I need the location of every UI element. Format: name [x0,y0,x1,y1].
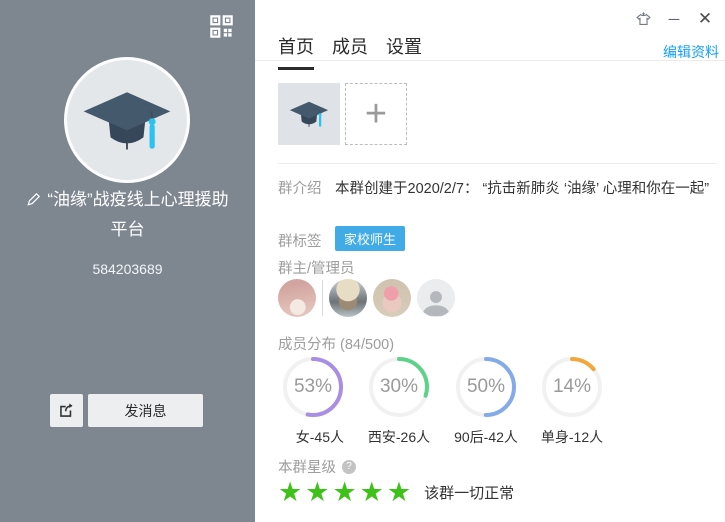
donut-label: 单身-12人 [541,427,603,447]
donut-label: 西安-26人 [368,427,430,447]
sidebar-actions: 发消息 [50,394,203,427]
qr-code-icon[interactable] [208,13,235,40]
graduation-cap-icon [286,91,332,137]
tab-2[interactable]: 成员 [332,33,368,70]
group-profile-window: “油缘”战疫线上心理援助平台 584203689 发消息 ─ [0,0,725,522]
distribution-label: 成员分布 (84/500) [278,333,394,354]
admin-avatar-1[interactable] [329,279,367,317]
add-avatar-button[interactable]: + [345,83,407,145]
share-icon [57,401,76,420]
group-owner-avatar[interactable] [278,279,316,317]
intro-label: 群介绍 [278,177,322,198]
donut-chart-row: 53% 女-45人 30% 西安-26人 50% 90后-42人 14% 单身-12人 [255,356,725,451]
star-rating: ★★★★★ [278,477,414,507]
donut-label: 女-45人 [296,427,344,447]
window-controls: ─ ✕ [634,10,714,28]
share-button[interactable] [50,394,83,427]
intro-text: 本群创建于2020/2/7： “抗击新肺炎 ‘油缘’ 心理和你在一起” [335,177,721,202]
donut-percent: 50% [455,356,517,418]
group-name-text: “油缘”战疫线上心理援助平台 [47,190,228,239]
tab-3[interactable]: 设置 [386,33,422,70]
rating-label-row: 本群星级 ? [278,456,356,477]
admins-label: 群主/管理员 [278,257,355,278]
star-icon: ★ [332,477,359,507]
star-icon: ★ [305,477,332,507]
close-icon[interactable]: ✕ [696,10,714,28]
rating-row: ★★★★★ 该群一切正常 [278,477,514,507]
donut-4: 14% 单身-12人 [541,356,603,447]
donut-3: 50% 90后-42人 [455,356,517,447]
star-icon: ★ [387,477,414,507]
group-avatar-thumbnail[interactable] [278,83,340,145]
send-message-button[interactable]: 发消息 [88,394,203,427]
graduation-cap-icon [75,68,179,172]
group-avatar[interactable] [64,57,190,183]
donut-percent: 14% [541,356,603,418]
donut-label: 90后-42人 [454,427,518,447]
tab-1[interactable]: 首页 [278,33,314,70]
admin-avatars-row [278,279,455,317]
tag-badge-1[interactable]: 家校师生 [335,226,405,251]
admin-avatar-3[interactable] [417,279,455,317]
help-icon[interactable]: ? [342,460,356,474]
star-icon: ★ [360,477,387,507]
sidebar: “油缘”战疫线上心理援助平台 584203689 发消息 [0,0,255,522]
owner-admin-separator [322,280,323,316]
donut-1: 53% 女-45人 [282,356,344,447]
tag-row: 家校师生 [335,226,405,251]
group-name: “油缘”战疫线上心理援助平台 [18,186,237,244]
section-divider [278,163,716,164]
theme-icon[interactable] [634,10,652,28]
tags-label: 群标签 [278,230,322,251]
tab-divider [255,60,725,61]
minimize-icon[interactable]: ─ [665,10,683,28]
star-icon: ★ [278,477,305,507]
plus-icon: + [365,95,387,133]
group-number: 584203689 [0,261,255,277]
main-panel: ─ ✕ 首页成员设置 编辑资料 + 群介绍 本群创建于2020/2/7： “抗击… [255,0,725,522]
rating-status-text: 该群一切正常 [424,482,514,503]
tab-bar: 首页成员设置 [278,33,422,70]
default-person-icon [419,287,453,317]
edit-profile-link[interactable]: 编辑资料 [663,42,719,62]
rating-label: 本群星级 [278,456,336,477]
edit-name-icon[interactable] [26,188,41,216]
donut-percent: 53% [282,356,344,418]
donut-2: 30% 西安-26人 [368,356,430,447]
admin-avatar-2[interactable] [373,279,411,317]
member-count: (84/500) [340,337,394,353]
donut-percent: 30% [368,356,430,418]
